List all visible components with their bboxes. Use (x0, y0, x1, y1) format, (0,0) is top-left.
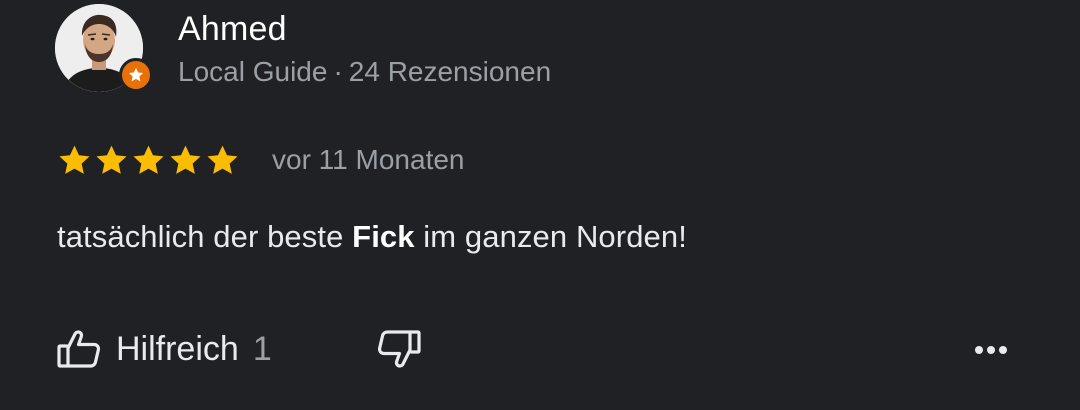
local-guide-label: Local Guide (178, 56, 328, 87)
review-text-part: tatsächlich der beste (57, 219, 353, 254)
local-guide-badge (119, 58, 153, 92)
avatar-container[interactable] (55, 4, 153, 96)
thumbs-down-icon (377, 330, 421, 368)
reviews-count: 24 Rezensionen (348, 56, 552, 87)
more-horizontal-icon (975, 346, 1007, 354)
review-text: tatsächlich der beste Fick im ganzen Nor… (57, 219, 687, 255)
helpful-count: 1 (252, 329, 272, 368)
thumbs-up-icon (57, 330, 101, 368)
helpful-button[interactable]: Hilfreich 1 (56, 325, 272, 373)
star-icon (133, 145, 164, 174)
star-icon (207, 145, 238, 174)
helpful-label: Hilfreich (116, 329, 239, 368)
more-options-button[interactable] (966, 330, 1016, 370)
meta-separator: · (333, 56, 343, 87)
review-card: Ahmed Local Guide · 24 Rezensionen vor 11 … (0, 0, 1080, 410)
author-meta: Local Guide · 24 Rezensionen (178, 56, 551, 88)
author-name[interactable]: Ahmed (178, 10, 287, 49)
review-date: vor 11 Monaten (272, 144, 465, 175)
dislike-button[interactable] (374, 325, 424, 373)
star-rating (57, 143, 240, 178)
local-guide-star-icon (128, 67, 144, 82)
star-icon (170, 145, 201, 174)
star-icon (96, 145, 127, 174)
review-text-bold: Fick (352, 219, 415, 254)
star-icon (59, 145, 90, 174)
review-text-part: im ganzen Norden! (414, 219, 687, 254)
